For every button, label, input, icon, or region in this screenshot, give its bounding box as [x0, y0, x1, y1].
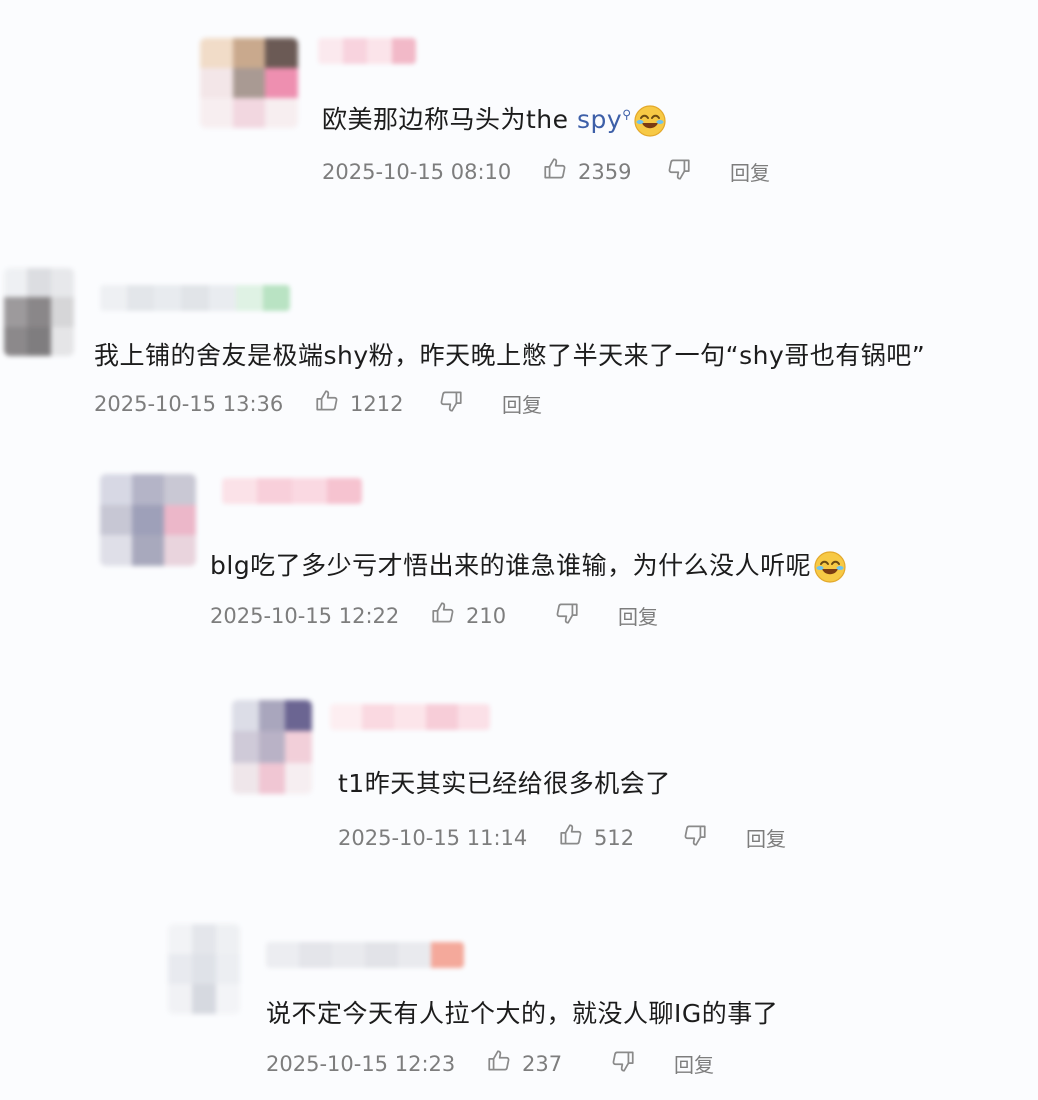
- comment-text: 说不定今天有人拉个大的，就没人聊IG的事了: [266, 999, 779, 1028]
- reply-button[interactable]: 回复: [674, 1049, 714, 1078]
- avatar[interactable]: [168, 924, 240, 1014]
- timestamp: 2025-10-15 12:22: [210, 603, 400, 628]
- thumbs-up-icon: [430, 600, 456, 631]
- thumbs-up-icon: [486, 1048, 512, 1079]
- dislike-button[interactable]: [610, 1048, 674, 1079]
- avatar[interactable]: [100, 474, 196, 566]
- comment-text: t1昨天其实已经给很多机会了: [338, 769, 671, 798]
- username[interactable]: [330, 704, 490, 730]
- reply-button[interactable]: 回复: [618, 601, 658, 630]
- avatar[interactable]: [200, 38, 298, 128]
- thumbs-down-icon: [554, 600, 580, 631]
- comment-text: blg吃了多少亏才悟出来的谁急谁输，为什么没人听呢: [210, 546, 847, 584]
- reply-button[interactable]: 回复: [746, 823, 786, 852]
- dislike-button[interactable]: [438, 388, 502, 419]
- like-button[interactable]: 210: [430, 600, 554, 631]
- comment-meta: 2025-10-15 12:22 210 回复: [210, 600, 658, 631]
- dislike-button[interactable]: [554, 600, 618, 631]
- thumbs-up-icon: [558, 822, 584, 853]
- dislike-button[interactable]: [682, 822, 746, 853]
- timestamp: 2025-10-15 08:10: [322, 159, 512, 184]
- like-count: 237: [522, 1051, 563, 1076]
- comment-text: 我上铺的舍友是极端shy粉，昨天晚上憋了半天来了一句“shy哥也有锅吧”: [94, 341, 926, 370]
- like-count: 2359: [578, 159, 632, 184]
- timestamp: 2025-10-15 12:23: [266, 1051, 456, 1076]
- thumbs-down-icon: [682, 822, 708, 853]
- username[interactable]: [318, 38, 416, 64]
- like-count: 210: [466, 603, 507, 628]
- thumbs-up-icon: [542, 156, 568, 187]
- reply-button[interactable]: 回复: [502, 389, 542, 418]
- topic-link[interactable]: spy: [577, 105, 622, 134]
- comment-meta: 2025-10-15 08:10 2359 回复: [322, 156, 770, 187]
- username[interactable]: [100, 285, 290, 311]
- thumbs-down-icon: [666, 156, 692, 187]
- comment-meta: 2025-10-15 13:36 1212 回复: [94, 388, 542, 419]
- timestamp: 2025-10-15 13:36: [94, 391, 284, 416]
- thumbs-down-icon: [438, 388, 464, 419]
- thumbs-down-icon: [610, 1048, 636, 1079]
- laughing-emoji-icon: [633, 104, 667, 138]
- comment-meta: 2025-10-15 11:14 512 回复: [338, 822, 786, 853]
- username[interactable]: [266, 942, 464, 968]
- avatar[interactable]: [4, 268, 74, 356]
- username[interactable]: [222, 478, 362, 504]
- comment-text: 欧美那边称马头为the spy⚲: [322, 100, 667, 138]
- like-button[interactable]: 2359: [542, 156, 666, 187]
- timestamp: 2025-10-15 11:14: [338, 825, 528, 850]
- like-count: 512: [594, 825, 635, 850]
- like-button[interactable]: 1212: [314, 388, 438, 419]
- like-button[interactable]: 237: [486, 1048, 610, 1079]
- thumbs-up-icon: [314, 388, 340, 419]
- comment-meta: 2025-10-15 12:23 237 回复: [266, 1048, 714, 1079]
- avatar[interactable]: [232, 700, 312, 794]
- dislike-button[interactable]: [666, 156, 730, 187]
- like-button[interactable]: 512: [558, 822, 682, 853]
- reply-button[interactable]: 回复: [730, 157, 770, 186]
- like-count: 1212: [350, 391, 404, 416]
- laughing-emoji-icon: [813, 550, 847, 584]
